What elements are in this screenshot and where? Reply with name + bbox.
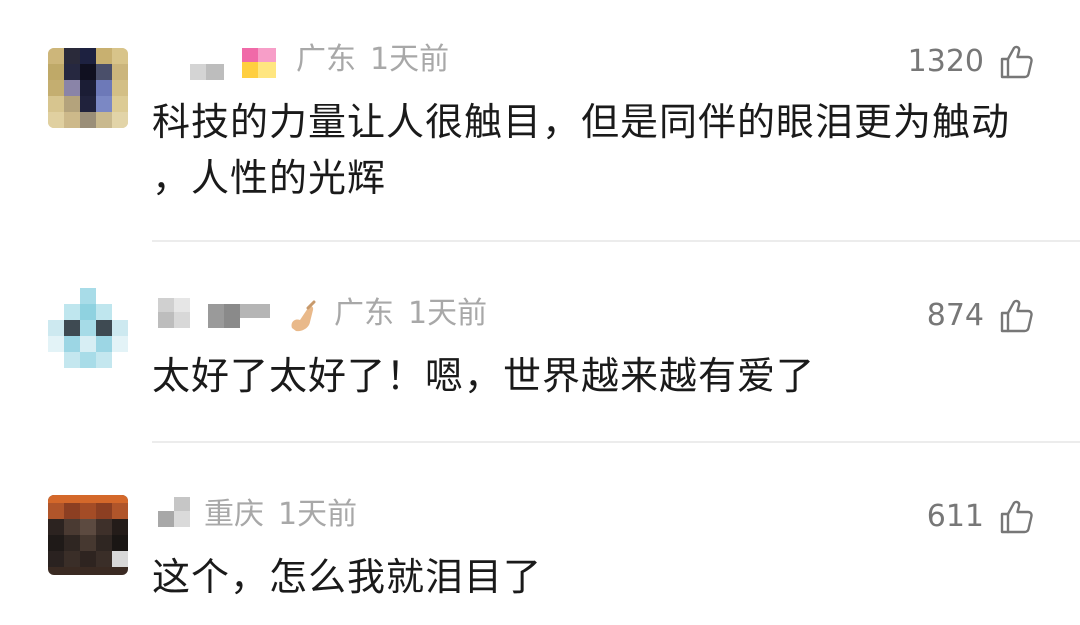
avatar[interactable] — [48, 495, 128, 575]
comment-meta: 重庆 1天前 — [204, 495, 357, 535]
avatar[interactable] — [48, 48, 128, 128]
timestamp: 1天前 — [278, 497, 358, 532]
comment-text: 科技的力量让人很触目，但是同伴的眼泪更为触动 ，人性的光辉 — [152, 100, 1011, 200]
timestamp: 1天前 — [408, 296, 488, 331]
comment-meta: 广东 1天前 — [334, 294, 487, 334]
comment-text: 太好了太好了！嗯，世界越来越有爱了 — [152, 354, 816, 398]
location: 广东 — [334, 296, 394, 331]
thumbs-up-icon — [1000, 299, 1033, 333]
comment-item: 广东 1天前 1320 科技的力量让人很触目，但是同伴的眼泪更为触动 ，人性的光辉 — [0, 0, 1080, 242]
comment-text: 这个，怎么我就泪目了 — [152, 555, 543, 599]
like-button[interactable]: 874 — [927, 296, 1034, 336]
like-count: 1320 — [907, 44, 984, 79]
like-count: 874 — [926, 298, 984, 333]
colorful-badge-icon — [242, 48, 276, 78]
like-button[interactable]: 1320 — [908, 42, 1034, 82]
location: 广东 — [296, 42, 356, 77]
hand-badge-icon — [291, 300, 316, 332]
thumbs-up-icon — [1000, 45, 1033, 79]
avatar[interactable] — [48, 288, 128, 368]
comment-item: 重庆 1天前 611 这个，怎么我就泪目了 — [0, 443, 1080, 625]
like-button[interactable]: 611 — [927, 497, 1034, 537]
location: 重庆 — [204, 497, 264, 532]
username-blurred[interactable] — [158, 298, 278, 328]
thumbs-up-icon — [1000, 500, 1033, 534]
username-blurred[interactable] — [190, 60, 230, 84]
comment-item: 广东 1天前 874 太好了太好了！嗯，世界越来越有爱了 — [0, 242, 1080, 443]
comment-meta: 广东 1天前 — [296, 40, 449, 80]
timestamp: 1天前 — [370, 42, 450, 77]
like-count: 611 — [926, 499, 984, 534]
username-blurred[interactable] — [158, 497, 194, 527]
